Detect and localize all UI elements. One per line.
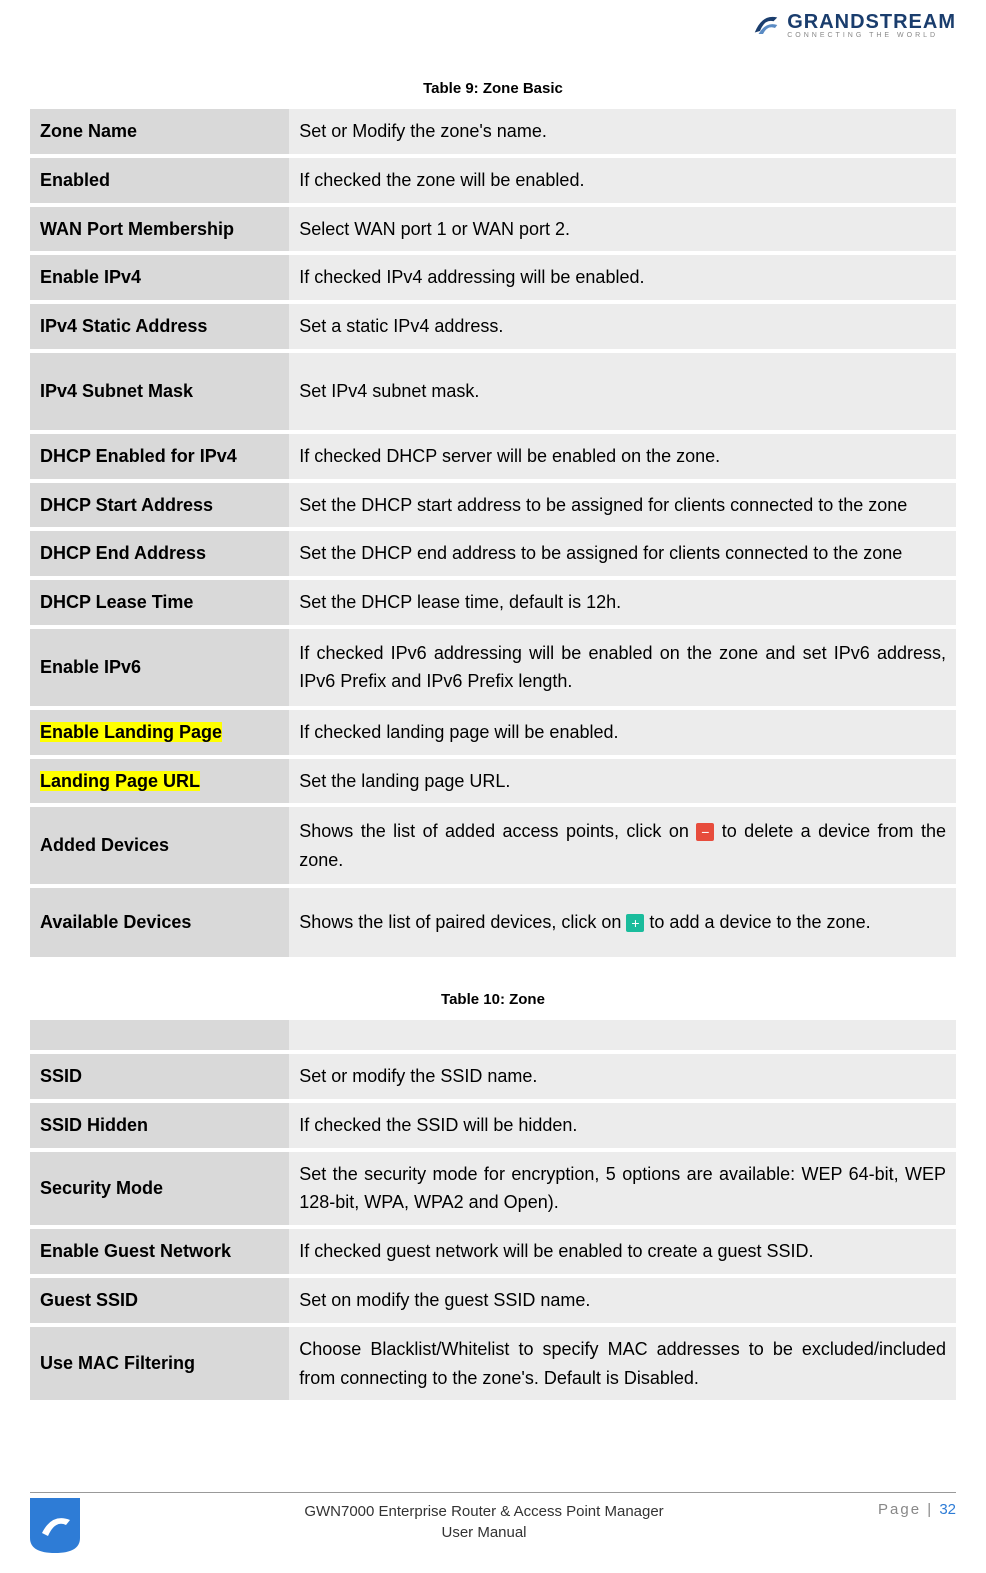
table-row-desc: If checked landing page will be enabled. xyxy=(289,710,956,755)
footer-title: GWN7000 Enterprise Router & Access Point… xyxy=(90,1501,878,1522)
table-row-label: DHCP Enabled for IPv4 xyxy=(30,434,289,479)
table-row-label: DHCP Start Address xyxy=(30,483,289,528)
table-row-desc: If checked IPv4 addressing will be enabl… xyxy=(289,255,956,300)
table-row-label: DHCP End Address xyxy=(30,531,289,576)
grandstream-icon xyxy=(751,10,781,40)
table-row-desc: Set the DHCP start address to be assigne… xyxy=(289,483,956,528)
table-row-desc: Set the security mode for encryption, 5 … xyxy=(289,1152,956,1226)
table-row-desc: If checked guest network will be enabled… xyxy=(289,1229,956,1274)
table-row-desc: If checked the SSID will be hidden. xyxy=(289,1103,956,1148)
table-row-label: WAN Port Membership xyxy=(30,207,289,252)
table-row-label: IPv4 Subnet Mask xyxy=(30,353,289,430)
table-row-desc: Set the DHCP end address to be assigned … xyxy=(289,531,956,576)
table-row-desc: Select WAN port 1 or WAN port 2. xyxy=(289,207,956,252)
table-row-label: Available Devices xyxy=(30,888,289,957)
table9-caption: Table 9: Zone Basic xyxy=(30,80,956,97)
table-row-label: Security Mode xyxy=(30,1152,289,1226)
table-row-label: DHCP Lease Time xyxy=(30,580,289,625)
table-row-label: Enable IPv6 xyxy=(30,629,289,706)
table-row-desc: If checked IPv6 addressing will be enabl… xyxy=(289,629,956,706)
logo-brand-text: GRANDSTREAM xyxy=(787,12,956,32)
table-row-label: Guest SSID xyxy=(30,1278,289,1323)
table-row-desc: Set on modify the guest SSID name. xyxy=(289,1278,956,1323)
page-footer: GWN7000 Enterprise Router & Access Point… xyxy=(30,1492,956,1543)
table-row-label: Zone Name xyxy=(30,109,289,154)
table-zone-basic: Zone NameSet or Modify the zone's name.E… xyxy=(30,105,956,961)
table-row-label: Enabled xyxy=(30,158,289,203)
table-row-desc: If checked DHCP server will be enabled o… xyxy=(289,434,956,479)
table-row-desc: If checked the zone will be enabled. xyxy=(289,158,956,203)
empty-cell xyxy=(289,1020,956,1050)
table-row-desc: Set the landing page URL. xyxy=(289,759,956,804)
table-row-label: Use MAC Filtering xyxy=(30,1327,289,1401)
table-row-desc: Set or Modify the zone's name. xyxy=(289,109,956,154)
table-row-label: Added Devices xyxy=(30,807,289,884)
table-row-label: SSID Hidden xyxy=(30,1103,289,1148)
table-row-label: SSID xyxy=(30,1054,289,1099)
page-label: Page | xyxy=(878,1501,933,1518)
table-row-desc: Set IPv4 subnet mask. xyxy=(289,353,956,430)
table-row-desc: Shows the list of paired devices, click … xyxy=(289,888,956,957)
table-row-desc: Choose Blacklist/Whitelist to specify MA… xyxy=(289,1327,956,1401)
table-row-label: Enable IPv4 xyxy=(30,255,289,300)
table-row-label: IPv4 Static Address xyxy=(30,304,289,349)
table-row-label: Enable Landing Page xyxy=(30,710,289,755)
empty-cell xyxy=(30,1020,289,1050)
table-row-label: Enable Guest Network xyxy=(30,1229,289,1274)
footer-badge-icon xyxy=(30,1498,80,1553)
brand-logo: GRANDSTREAM CONNECTING THE WORLD xyxy=(751,10,956,40)
table10-caption: Table 10: Zone xyxy=(30,991,956,1008)
add-icon: + xyxy=(626,914,644,932)
table-row-desc: Set or modify the SSID name. xyxy=(289,1054,956,1099)
footer-subtitle: User Manual xyxy=(90,1522,878,1543)
page-number: 32 xyxy=(939,1501,956,1518)
table-row-desc: Set the DHCP lease time, default is 12h. xyxy=(289,580,956,625)
table-row-label: Landing Page URL xyxy=(30,759,289,804)
table-row-desc: Shows the list of added access points, c… xyxy=(289,807,956,884)
delete-icon: − xyxy=(696,823,714,841)
table-row-desc: Set a static IPv4 address. xyxy=(289,304,956,349)
logo-tagline: CONNECTING THE WORLD xyxy=(787,32,956,39)
table-zone: SSIDSet or modify the SSID name.SSID Hid… xyxy=(30,1016,956,1404)
